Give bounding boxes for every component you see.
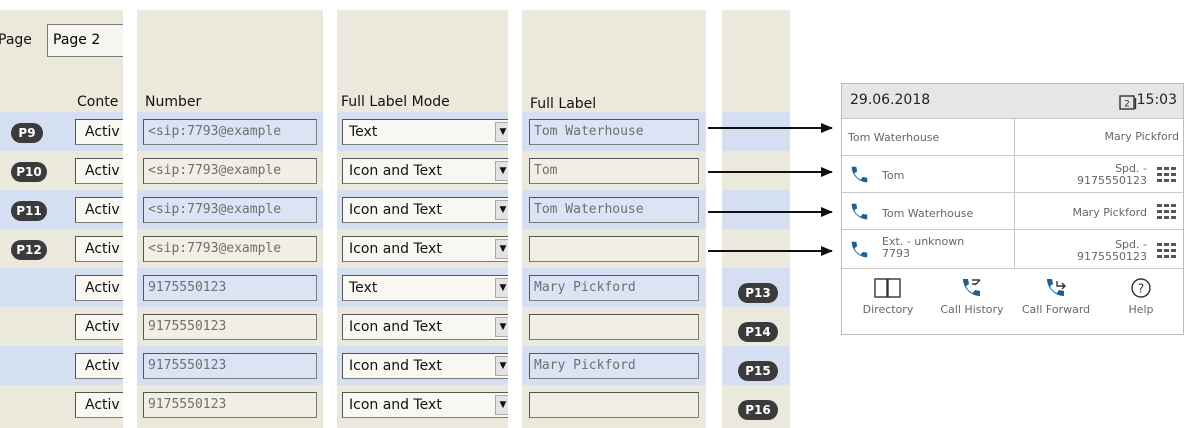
help-label: Help: [1128, 303, 1154, 316]
phone-key-label[interactable]: Mary Pickford: [1072, 207, 1147, 219]
help-button[interactable]: ? Help: [1104, 269, 1178, 329]
help-icon: ?: [1131, 278, 1151, 298]
keypad-icon: [1157, 243, 1176, 258]
keypad-icon: [1157, 167, 1176, 182]
svg-text:?: ?: [1138, 282, 1144, 296]
phone-key-label[interactable]: Spd. - 9175550123: [1077, 163, 1147, 187]
phone-key-label[interactable]: Ext. - unknown 7793: [882, 236, 964, 260]
phone-key-label[interactable]: Tom Waterhouse: [882, 207, 973, 220]
calendar-day: 2: [1124, 100, 1130, 110]
call-forward-label: Call Forward: [1021, 303, 1091, 316]
handset-icon: [851, 203, 868, 220]
directory-label: Directory: [862, 303, 914, 316]
phone-key-label[interactable]: Tom Waterhouse: [848, 131, 939, 144]
phone-key-label[interactable]: Spd. - 9175550123: [1077, 239, 1147, 263]
phone-key-label[interactable]: Mary Pickford: [1104, 131, 1179, 143]
phone-status-bar: 29.06.2018 2 15:03: [842, 84, 1183, 119]
speed-dial-number: 9175550123: [1077, 250, 1147, 263]
extension-number: 7793: [882, 247, 910, 260]
calendar-icon: 2: [1119, 95, 1137, 110]
call-forward-icon: [1047, 279, 1066, 296]
handset-icon: [851, 241, 868, 258]
speed-dial-number: 9175550123: [1077, 174, 1147, 187]
phone-time: 15:03: [1136, 92, 1177, 108]
directory-button[interactable]: Directory: [846, 269, 930, 329]
call-history-button[interactable]: Call History: [932, 269, 1012, 329]
handset-icon: [851, 166, 868, 183]
call-history-label: Call History: [940, 303, 1004, 316]
keypad-icon: [1157, 204, 1176, 219]
phone-date: 29.06.2018: [850, 92, 931, 108]
phone-softkeys: Directory Call History Call Forward ? He…: [842, 269, 1183, 334]
phone-key-label[interactable]: Tom: [882, 169, 904, 182]
book-icon: [874, 278, 901, 298]
phone-display: 29.06.2018 2 15:03 Tom Waterhouse Mary P…: [841, 83, 1184, 335]
call-history-icon: [963, 279, 981, 296]
call-forward-button[interactable]: Call Forward: [1014, 269, 1098, 329]
